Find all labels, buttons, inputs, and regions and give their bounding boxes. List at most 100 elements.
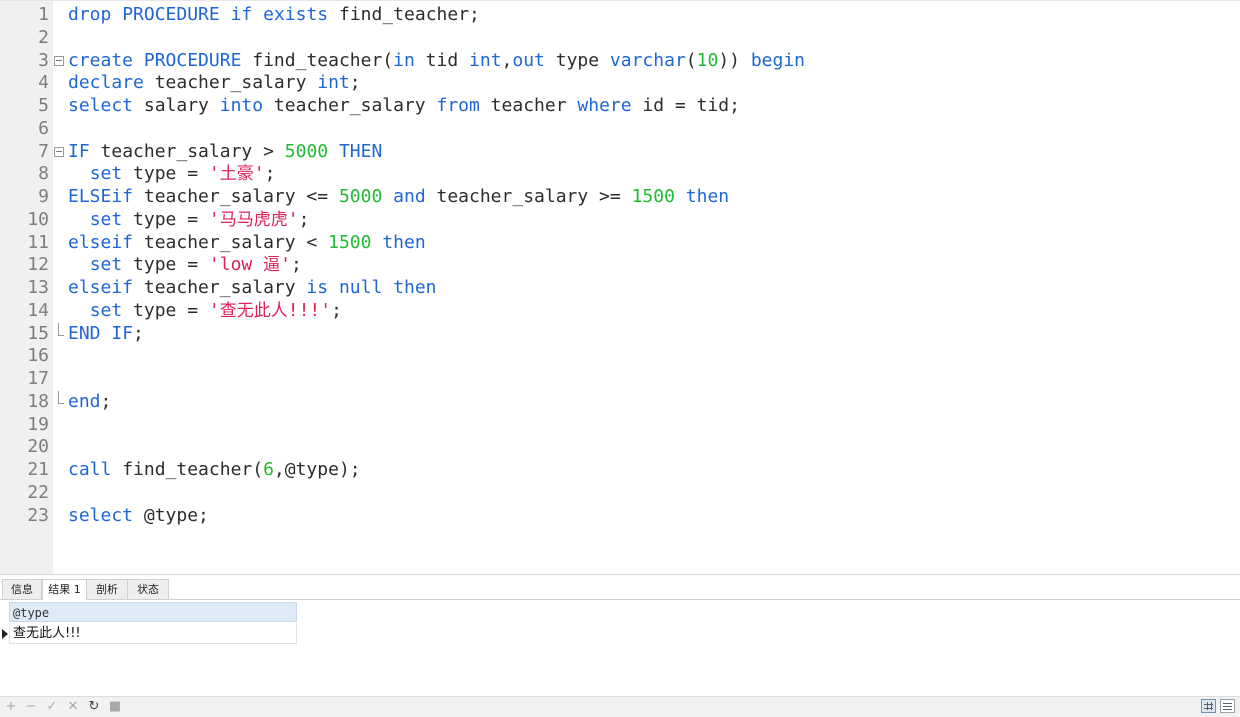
code-line[interactable]: 17 — [0, 368, 1240, 390]
code-line[interactable]: 19 — [0, 414, 1240, 436]
code-line[interactable]: 22 — [0, 482, 1240, 504]
line-number: 21 — [27, 459, 49, 480]
code-line[interactable]: 2 — [0, 27, 1240, 49]
minus-icon[interactable]: − — [24, 699, 38, 715]
code-text: IF teacher_salary > 5000 THEN — [68, 141, 382, 163]
tab-status[interactable]: 状态 — [127, 579, 169, 599]
code-line[interactable]: 8 set type = '土豪'; — [0, 163, 1240, 185]
code-line[interactable]: 4 declare teacher_salary int; — [0, 72, 1240, 94]
line-number: 7 — [38, 140, 49, 162]
sql-number: 5000 — [338, 186, 383, 207]
sql-string: ' — [287, 208, 299, 230]
sql-keyword: select — [68, 95, 134, 116]
grid-view-icon[interactable] — [1201, 699, 1216, 713]
sql-text: salary — [133, 95, 220, 116]
code-line[interactable]: 1 drop PROCEDURE if exists find_teacher; — [0, 4, 1240, 26]
sql-keyword: int — [317, 72, 350, 94]
result-cell-type[interactable]: 查无此人!!! — [9, 623, 297, 644]
plus-icon[interactable]: + — [4, 699, 18, 715]
code-line[interactable]: 6 — [0, 118, 1240, 140]
sql-keyword: drop — [68, 4, 112, 25]
fold-collapse-icon[interactable] — [54, 145, 64, 159]
code-text: elseif teacher_salary < 1500 then — [68, 232, 426, 254]
sql-string: ' — [208, 208, 220, 230]
sql-keyword: in — [393, 49, 415, 71]
code-text: select @type; — [68, 505, 209, 527]
sql-keyword: where — [577, 95, 632, 116]
code-text: elseif teacher_salary is null then — [68, 277, 437, 299]
sql-keyword: elseif — [68, 277, 134, 298]
tab-profile[interactable]: 剖析 — [86, 579, 128, 599]
cross-icon[interactable]: ✕ — [66, 699, 80, 715]
check-icon[interactable]: ✓ — [45, 699, 59, 715]
sql-keyword: IF — [68, 140, 90, 162]
sql-keyword: begin — [750, 49, 806, 71]
line-number: 20 — [27, 436, 49, 458]
sql-text: ; — [298, 208, 310, 230]
code-line[interactable]: 3 create PROCEDURE find_teacher(in tid in… — [0, 50, 1240, 72]
tab-result-1[interactable]: 结果 1 — [42, 579, 87, 600]
sql-keyword: set — [89, 299, 123, 321]
sql-text: ; — [133, 322, 144, 344]
code-line[interactable]: 18 end; — [0, 390, 1240, 413]
sql-keyword: declare — [68, 72, 144, 94]
code-line[interactable]: 13 elseif teacher_salary is null then — [0, 277, 1240, 299]
sql-keyword: into — [219, 95, 264, 116]
line-number: 19 — [27, 413, 49, 435]
column-header-type[interactable]: @type — [9, 602, 297, 622]
sql-text: find_teacher( — [241, 49, 394, 71]
code-line[interactable]: 11 elseif teacher_salary < 1500 then — [0, 232, 1240, 254]
line-number: 12 — [27, 254, 49, 276]
sql-text: teacher_salary >= — [425, 186, 632, 207]
code-line[interactable]: 23 select @type; — [0, 505, 1240, 527]
code-text: create PROCEDURE find_teacher(in tid int… — [68, 50, 805, 72]
code-line[interactable]: 20 — [0, 436, 1240, 458]
line-number: 11 — [27, 231, 49, 253]
sql-string: !!!' — [287, 299, 332, 321]
sql-keyword: and — [393, 186, 426, 207]
code-text: set type = '土豪'; — [68, 163, 276, 185]
status-bar: + − ✓ ✕ ↻ ■ — [0, 696, 1240, 717]
sql-keyword: then — [685, 186, 730, 207]
sql-keyword: then — [382, 231, 426, 253]
code-line[interactable]: 15 END IF; — [0, 322, 1240, 345]
line-number: 8 — [38, 163, 49, 185]
code-line[interactable]: 12 set type = 'low 逼'; — [0, 254, 1240, 276]
sql-keyword: if — [230, 4, 253, 25]
code-line[interactable]: 16 — [0, 345, 1240, 367]
code-text: select salary into teacher_salary from t… — [68, 95, 740, 117]
code-line[interactable]: 7 IF teacher_salary > 5000 THEN — [0, 141, 1240, 163]
sql-number: 1500 — [328, 231, 372, 253]
code-line[interactable]: 21 call find_teacher(6,@type); — [0, 459, 1240, 481]
sql-editor[interactable]: 1 drop PROCEDURE if exists find_teacher; 2… — [0, 0, 1240, 575]
code-line[interactable]: 14 set type = '查无此人!!!'; — [0, 300, 1240, 322]
tab-info[interactable]: 信息 — [2, 579, 42, 599]
refresh-icon[interactable]: ↻ — [87, 699, 101, 715]
code-line[interactable]: 10 set type = '马马虎虎'; — [0, 209, 1240, 231]
sql-keyword: set — [89, 163, 123, 185]
sql-keyword: varchar — [609, 49, 686, 71]
form-view-icon[interactable] — [1220, 699, 1235, 713]
code-line[interactable]: 9 ELSEif teacher_salary <= 5000 and teach… — [0, 186, 1240, 208]
sql-keyword: int — [469, 49, 502, 71]
sql-keyword: is — [306, 277, 329, 298]
sql-text: teacher_salary > — [89, 140, 285, 162]
stop-icon[interactable]: ■ — [108, 699, 122, 715]
sql-string: 'low — [208, 254, 264, 276]
sql-text: ,@type); — [273, 459, 361, 480]
code-line[interactable]: 5 select salary into teacher_salary from … — [0, 95, 1240, 117]
fold-collapse-icon[interactable] — [54, 54, 64, 68]
sql-text: type — [544, 49, 610, 71]
fold-end-icon — [54, 322, 64, 341]
sql-string: ' — [253, 163, 265, 185]
sql-text: tid — [414, 49, 470, 71]
line-number: 17 — [27, 368, 49, 389]
